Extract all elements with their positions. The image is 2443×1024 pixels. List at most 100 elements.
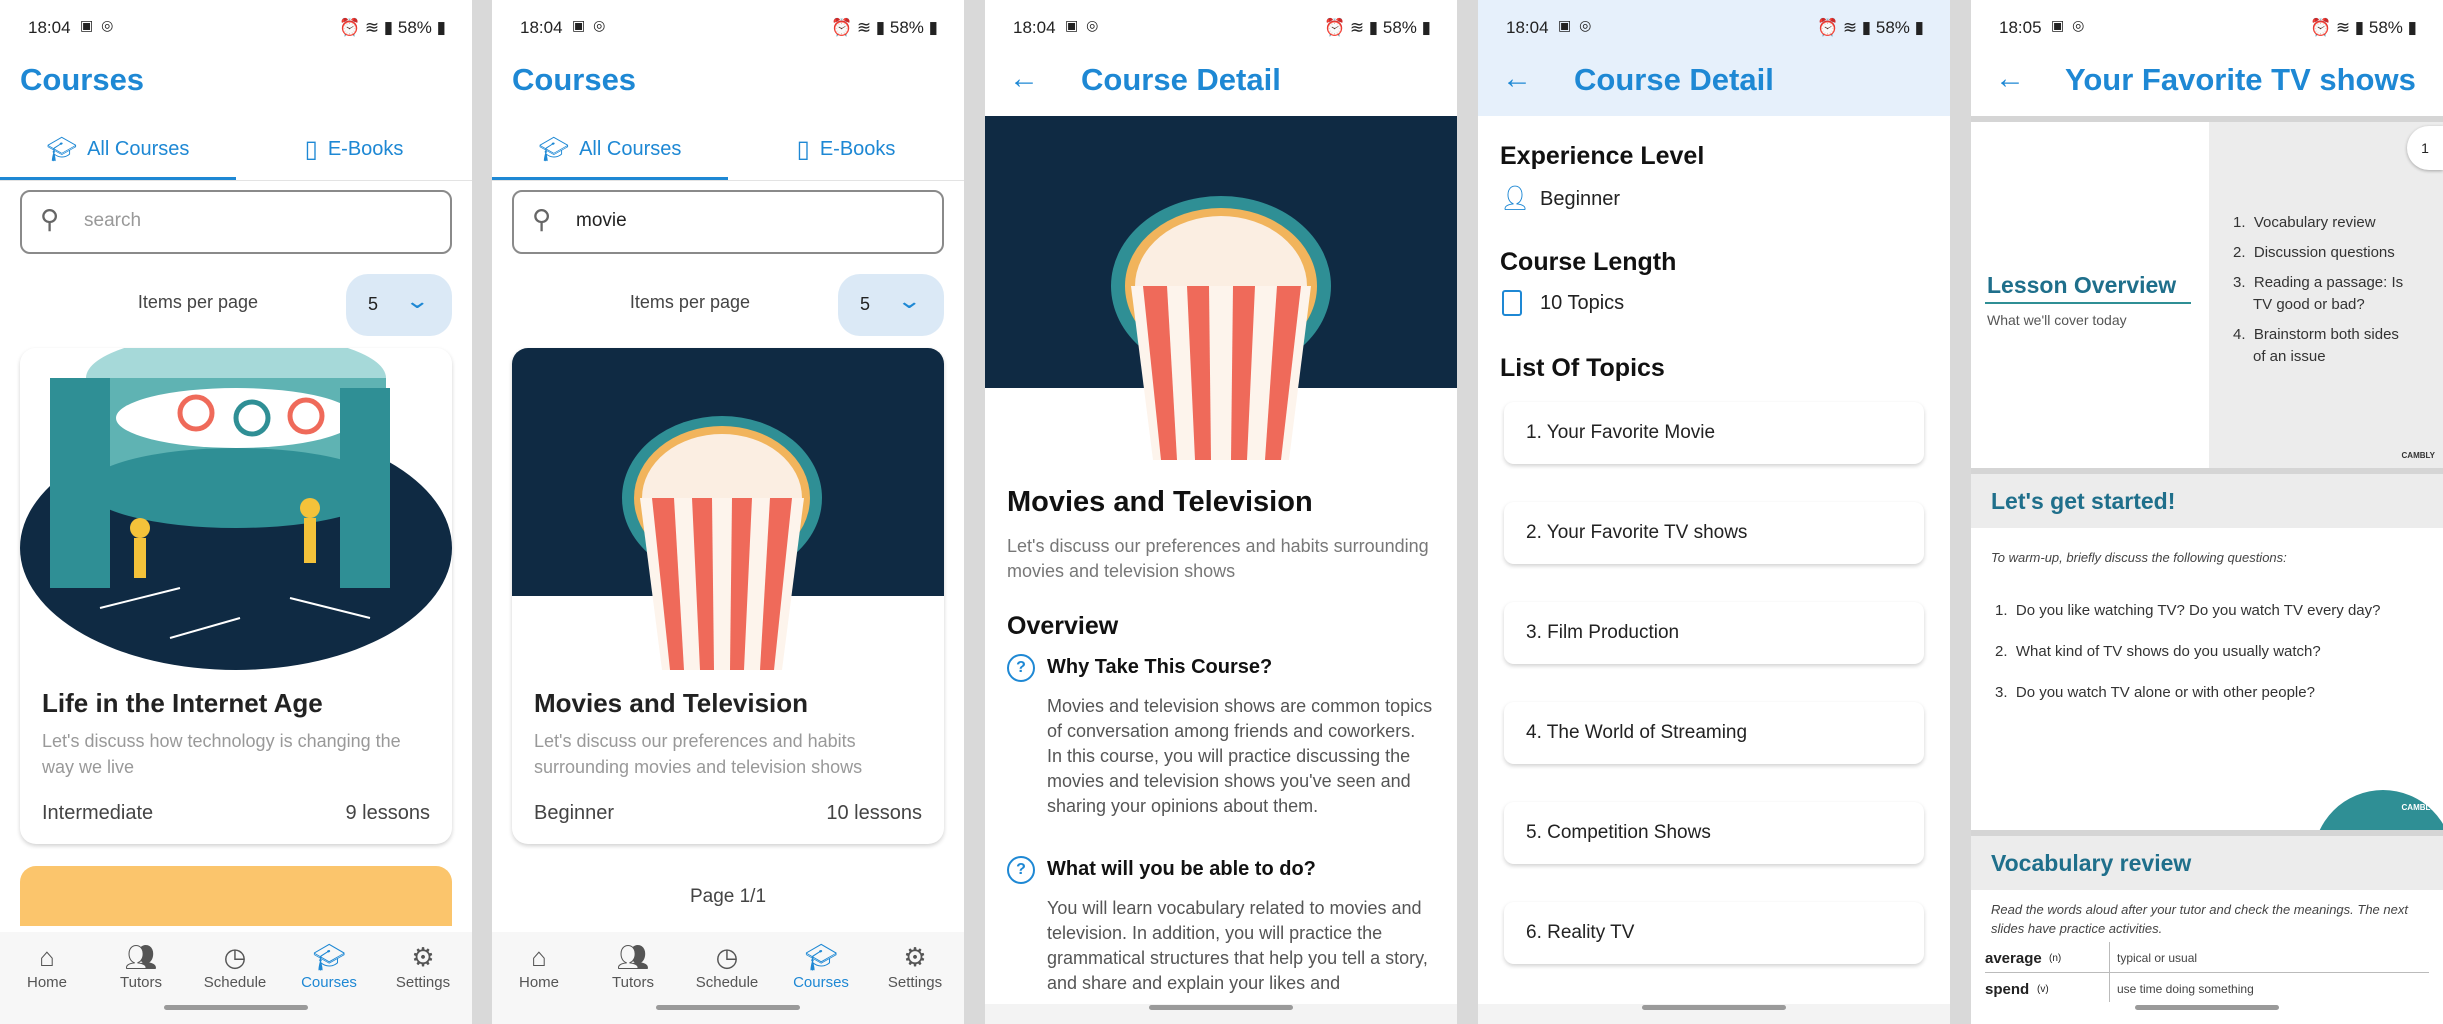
nav-home[interactable]: ⌂ Home <box>492 940 586 991</box>
search-input[interactable]: ⚲ search <box>20 190 452 254</box>
overview-heading: Overview <box>1007 612 1119 640</box>
notification-icons: ▣ ◎ <box>80 17 116 33</box>
items-per-page-label: Items per page <box>629 292 750 312</box>
notification-icons: ▣ ◎ <box>2051 17 2087 33</box>
course-title: Movies and Television <box>534 688 809 718</box>
course-lesson-count: 9 lessons <box>345 802 431 824</box>
status-right: ⏰ ≋ ▮ 58% ▮ <box>1816 18 1924 37</box>
search-input[interactable]: ⚲ movie <box>512 190 944 254</box>
nav-settings[interactable]: ⚙ Settings <box>376 940 470 991</box>
tab-ebooks[interactable]: ▯ E-Books <box>236 120 472 178</box>
people-icon: 👥︎ <box>616 942 650 972</box>
nav-tutors[interactable]: 👥︎ Tutors <box>586 940 680 991</box>
slide-intro: Read the words aloud after your tutor an… <box>1991 902 2408 936</box>
nav-courses[interactable]: 🎓︎ Courses <box>282 940 376 991</box>
tab-all-courses[interactable]: 🎓︎ All Courses <box>0 120 236 180</box>
gear-icon: ⚙ <box>903 942 927 972</box>
book-icon: ▯ <box>304 135 318 163</box>
status-time: 18:04 <box>1506 18 1549 37</box>
items-per-page-label: Items per page <box>137 292 258 312</box>
topic-item[interactable]: 5. Competition Shows <box>1504 802 1924 864</box>
vocab-meaning: use time doing something <box>2117 982 2254 996</box>
gear-icon: ⚙ <box>411 942 435 972</box>
items-per-page-value: 5 <box>860 294 871 314</box>
topics-heading: List Of Topics <box>1500 354 1665 382</box>
battery-level: 58% <box>2368 18 2403 37</box>
chevron-down-icon: ⌄ <box>404 288 431 313</box>
table-row: spend (v) use time doing something <box>1985 973 2429 1003</box>
battery-level: 58% <box>1875 18 1910 37</box>
graduation-cap-icon: 🎓︎ <box>312 942 346 972</box>
notification-icons: ▣ ◎ <box>1065 17 1101 33</box>
course-card[interactable]: Life in the Internet Age Let's discuss h… <box>20 348 452 844</box>
list-item: Vocabulary review <box>2253 214 2376 231</box>
course-description: Let's discuss our preferences and habits… <box>1007 536 1429 581</box>
status-time: 18:04 <box>520 18 563 37</box>
notification-icons: ▣ ◎ <box>1558 17 1594 33</box>
gesture-handle[interactable] <box>164 1005 308 1010</box>
vocab-pos: (n) <box>2049 953 2062 964</box>
slide-heading: Vocabulary review <box>1991 850 2192 876</box>
gesture-handle[interactable] <box>1149 1005 1293 1010</box>
graduation-cap-icon: 🎓︎ <box>538 135 570 163</box>
screen-lesson-slides: 18:05 ▣ ◎ ⏰ ≋ ▮ 58% ▮ ← Your Favorite TV… <box>1971 0 2443 1024</box>
back-arrow-icon[interactable]: ← <box>1009 62 1039 96</box>
nav-label: Tutors <box>612 974 654 991</box>
graduation-cap-icon: 🎓︎ <box>46 135 78 163</box>
course-description: Let's discuss our preferences and habits… <box>534 731 863 777</box>
items-per-page-select[interactable]: 5 ⌄ <box>838 274 944 336</box>
back-arrow-icon[interactable]: ← <box>1995 62 2025 96</box>
page-badge[interactable]: 1 <box>2407 126 2443 170</box>
status-bar: 18:04 ▣ ◎ ⏰ ≋ ▮ 58% ▮ <box>1478 0 1950 56</box>
experience-value: Beginner <box>1540 188 1621 210</box>
nav-label: Home <box>26 974 67 991</box>
tab-label: E-Books <box>327 138 404 160</box>
nav-schedule[interactable]: ◷ Schedule <box>188 940 282 991</box>
tab-bar: 🎓︎ All Courses ▯ E-Books <box>0 120 472 181</box>
tab-all-courses[interactable]: 🎓︎ All Courses <box>492 120 728 180</box>
course-title: Life in the Internet Age <box>42 688 323 718</box>
page-title: Your Favorite TV shows <box>2065 62 2416 97</box>
items-per-page-select[interactable]: 5 ⌄ <box>346 274 452 336</box>
nav-home[interactable]: ⌂ Home <box>0 940 94 991</box>
brand-mark: CAMBLY <box>2401 803 2435 812</box>
tab-ebooks[interactable]: ▯ E-Books <box>728 120 964 178</box>
answer-text: Movies and television shows are common t… <box>1047 696 1433 816</box>
vocab-meaning: typical or usual <box>2117 951 2198 965</box>
course-hero-image <box>985 116 1457 466</box>
chevron-down-icon: ⌄ <box>896 288 923 313</box>
slide-vocabulary-review: Vocabulary review Read the words aloud a… <box>1971 836 2443 1024</box>
screen-course-detail-topics: 18:04 ▣ ◎ ⏰ ≋ ▮ 58% ▮ ← Course Detail Ex… <box>1478 0 1950 1024</box>
nav-tutors[interactable]: 👥︎ Tutors <box>94 940 188 991</box>
page-indicator: Page 1/1 <box>689 886 767 907</box>
graduation-cap-icon: 🎓︎ <box>804 942 838 972</box>
course-image <box>512 348 944 670</box>
gesture-handle[interactable] <box>2135 1005 2279 1010</box>
nav-settings[interactable]: ⚙ Settings <box>868 940 962 991</box>
screen-courses-list: 18:04 ▣ ◎ ⏰ ≋ ▮ 58% ▮ Courses 🎓︎ All Cour… <box>0 0 472 1024</box>
topic-item[interactable]: 3. Film Production <box>1504 602 1924 664</box>
status-bar: 18:04 ▣ ◎ ⏰ ≋ ▮ 58% ▮ <box>985 0 1457 56</box>
course-card[interactable] <box>20 866 452 926</box>
topic-item[interactable]: 6. Reality TV <box>1504 902 1924 964</box>
back-arrow-icon[interactable]: ← <box>1502 62 1532 96</box>
course-lesson-count: 10 lessons <box>826 802 922 824</box>
slide-heading: Let's get started! <box>1991 488 2176 514</box>
gesture-handle[interactable] <box>656 1005 800 1010</box>
slide-subtitle: What we'll cover today <box>1987 312 2127 328</box>
nav-courses[interactable]: 🎓︎ Courses <box>774 940 868 991</box>
experience-heading: Experience Level <box>1500 142 1705 170</box>
course-card[interactable]: Movies and Television Let's discuss our … <box>512 348 944 844</box>
topic-item[interactable]: 2. Your Favorite TV shows <box>1504 502 1924 564</box>
gesture-handle[interactable] <box>1642 1005 1786 1010</box>
notification-icons: ▣ ◎ <box>572 17 608 33</box>
battery-level: 58% <box>1382 18 1417 37</box>
nav-schedule[interactable]: ◷ Schedule <box>680 940 774 991</box>
topic-item[interactable]: 4. The World of Streaming <box>1504 702 1924 764</box>
clock-icon: ◷ <box>223 942 247 972</box>
length-heading: Course Length <box>1500 248 1677 276</box>
slide-intro: To warm-up, briefly discuss the followin… <box>1991 550 2287 565</box>
page-title: Course Detail <box>1081 62 1281 97</box>
heading-underline <box>1985 302 2191 304</box>
topic-item[interactable]: 1. Your Favorite Movie <box>1504 402 1924 464</box>
